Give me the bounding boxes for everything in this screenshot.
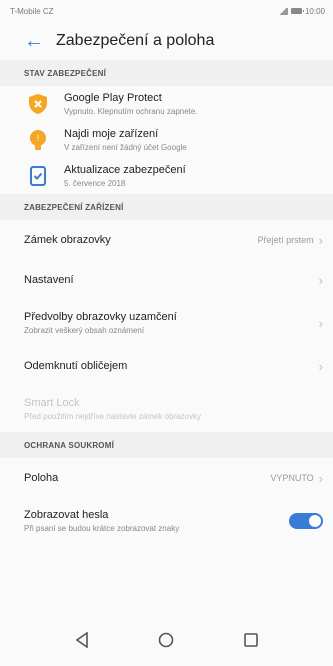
row-title: Smart Lock [24,397,80,409]
shield-warning-icon [24,90,52,118]
home-nav-icon[interactable] [146,620,186,660]
find-my-device-item[interactable]: ! Najdi moje zařízení V zařízení není žá… [0,122,333,158]
row-subtitle: Zobrazit veškerý obsah oznámení [24,326,145,335]
page-title: Zabezpečení a poloha [56,32,215,49]
face-unlock-row[interactable]: Odemknutí obličejem › [0,346,333,386]
section-header-device-security: ZABEZPEČENÍ ZAŘÍZENÍ [0,194,333,220]
row-value: Přejetí prstem [257,235,314,245]
carrier-label: T-Mobile CZ [10,6,54,16]
battery-icon [290,8,304,14]
google-play-protect-item[interactable]: Google Play Protect Vypnuto. Klepnutím o… [0,86,333,122]
show-passwords-row[interactable]: Zobrazovat hesla Při psaní se budou krát… [0,498,333,544]
chevron-right-icon: › [318,272,323,288]
security-update-icon [24,162,52,190]
screen-lock-row[interactable]: Zámek obrazovky Přejetí prstem › [0,220,333,260]
show-passwords-toggle[interactable] [289,513,323,529]
section-header-privacy: OCHRANA SOUKROMÍ [0,432,333,458]
item-title: Najdi moje zařízení [64,128,159,140]
find-device-icon: ! [24,126,52,154]
row-subtitle: Při psaní se budou krátce zobrazovat zna… [24,524,180,533]
row-value: VYPNUTO [270,473,314,483]
item-subtitle: Vypnuto. Klepnutím ochranu zapnete. [64,107,198,116]
lockscreen-preferences-row[interactable]: Předvolby obrazovky uzamčení Zobrazit ve… [0,300,333,346]
item-title: Google Play Protect [64,92,162,104]
smart-lock-row: Smart Lock Před použitím nejdříve nastav… [0,386,333,432]
signal-icon [277,7,288,15]
chevron-right-icon: › [318,232,323,248]
row-title: Nastavení [24,274,74,286]
section-header-security-status: STAV ZABEZPEČENÍ [0,60,333,86]
back-nav-icon[interactable] [62,620,102,660]
svg-text:!: ! [37,133,40,143]
chevron-right-icon: › [318,470,323,486]
item-subtitle: V zařízení není žádný účet Google [64,143,187,152]
row-title: Poloha [24,472,59,484]
clock: 10:00 [304,6,325,16]
security-update-item[interactable]: Aktualizace zabezpečení 5. července 2018 [0,158,333,194]
item-subtitle: 5. července 2018 [64,179,126,188]
row-title: Odemknutí obličejem [24,360,128,372]
row-subtitle: Před použitím nejdříve nastavte zámek ob… [24,412,201,421]
back-arrow-icon[interactable]: ← [24,30,56,53]
navigation-bar [0,614,333,666]
settings-row[interactable]: Nastavení › [0,260,333,300]
row-title: Zámek obrazovky [24,234,111,246]
status-icons: 10:00 [277,6,325,16]
location-row[interactable]: Poloha VYPNUTO › [0,458,333,498]
status-bar: T-Mobile CZ 10:00 [0,0,333,22]
recents-nav-icon[interactable] [231,620,271,660]
app-bar: ← Zabezpečení a poloha [0,22,333,60]
chevron-right-icon: › [318,358,323,374]
row-title: Zobrazovat hesla [24,509,109,521]
row-title: Předvolby obrazovky uzamčení [24,311,177,323]
item-title: Aktualizace zabezpečení [64,164,186,176]
chevron-right-icon: › [318,315,323,331]
